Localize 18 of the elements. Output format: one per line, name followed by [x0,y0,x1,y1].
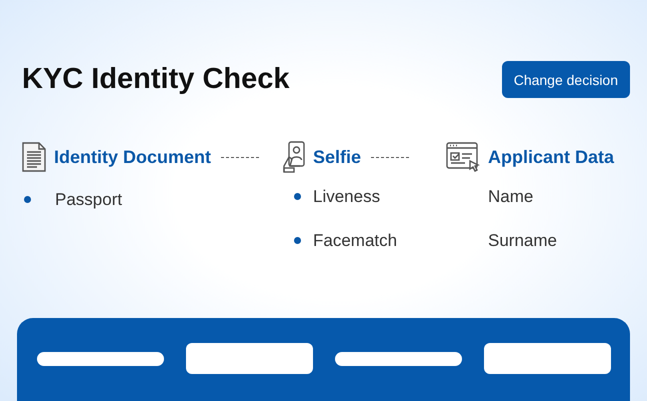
browser-form-icon [446,142,480,172]
step-title: Applicant Data [488,146,614,168]
change-decision-button[interactable]: Change decision [502,61,630,98]
check-item: Name [488,186,534,206]
document-icon [22,142,46,172]
check-item: Passport [55,190,122,210]
check-item: Surname [488,230,557,250]
step-title: Selfie [313,146,362,168]
bullet-icon [24,196,31,203]
check-item: Facematch [313,230,398,250]
bullet-icon [294,237,301,244]
page-title: KYC Identity Check [22,63,290,96]
check-item: Liveness [313,186,380,206]
phone-selfie-icon [283,141,305,173]
bullet-icon [294,193,301,200]
step-title: Identity Document [54,146,212,168]
dashed-connector [221,156,260,158]
dashed-connector [371,156,410,158]
